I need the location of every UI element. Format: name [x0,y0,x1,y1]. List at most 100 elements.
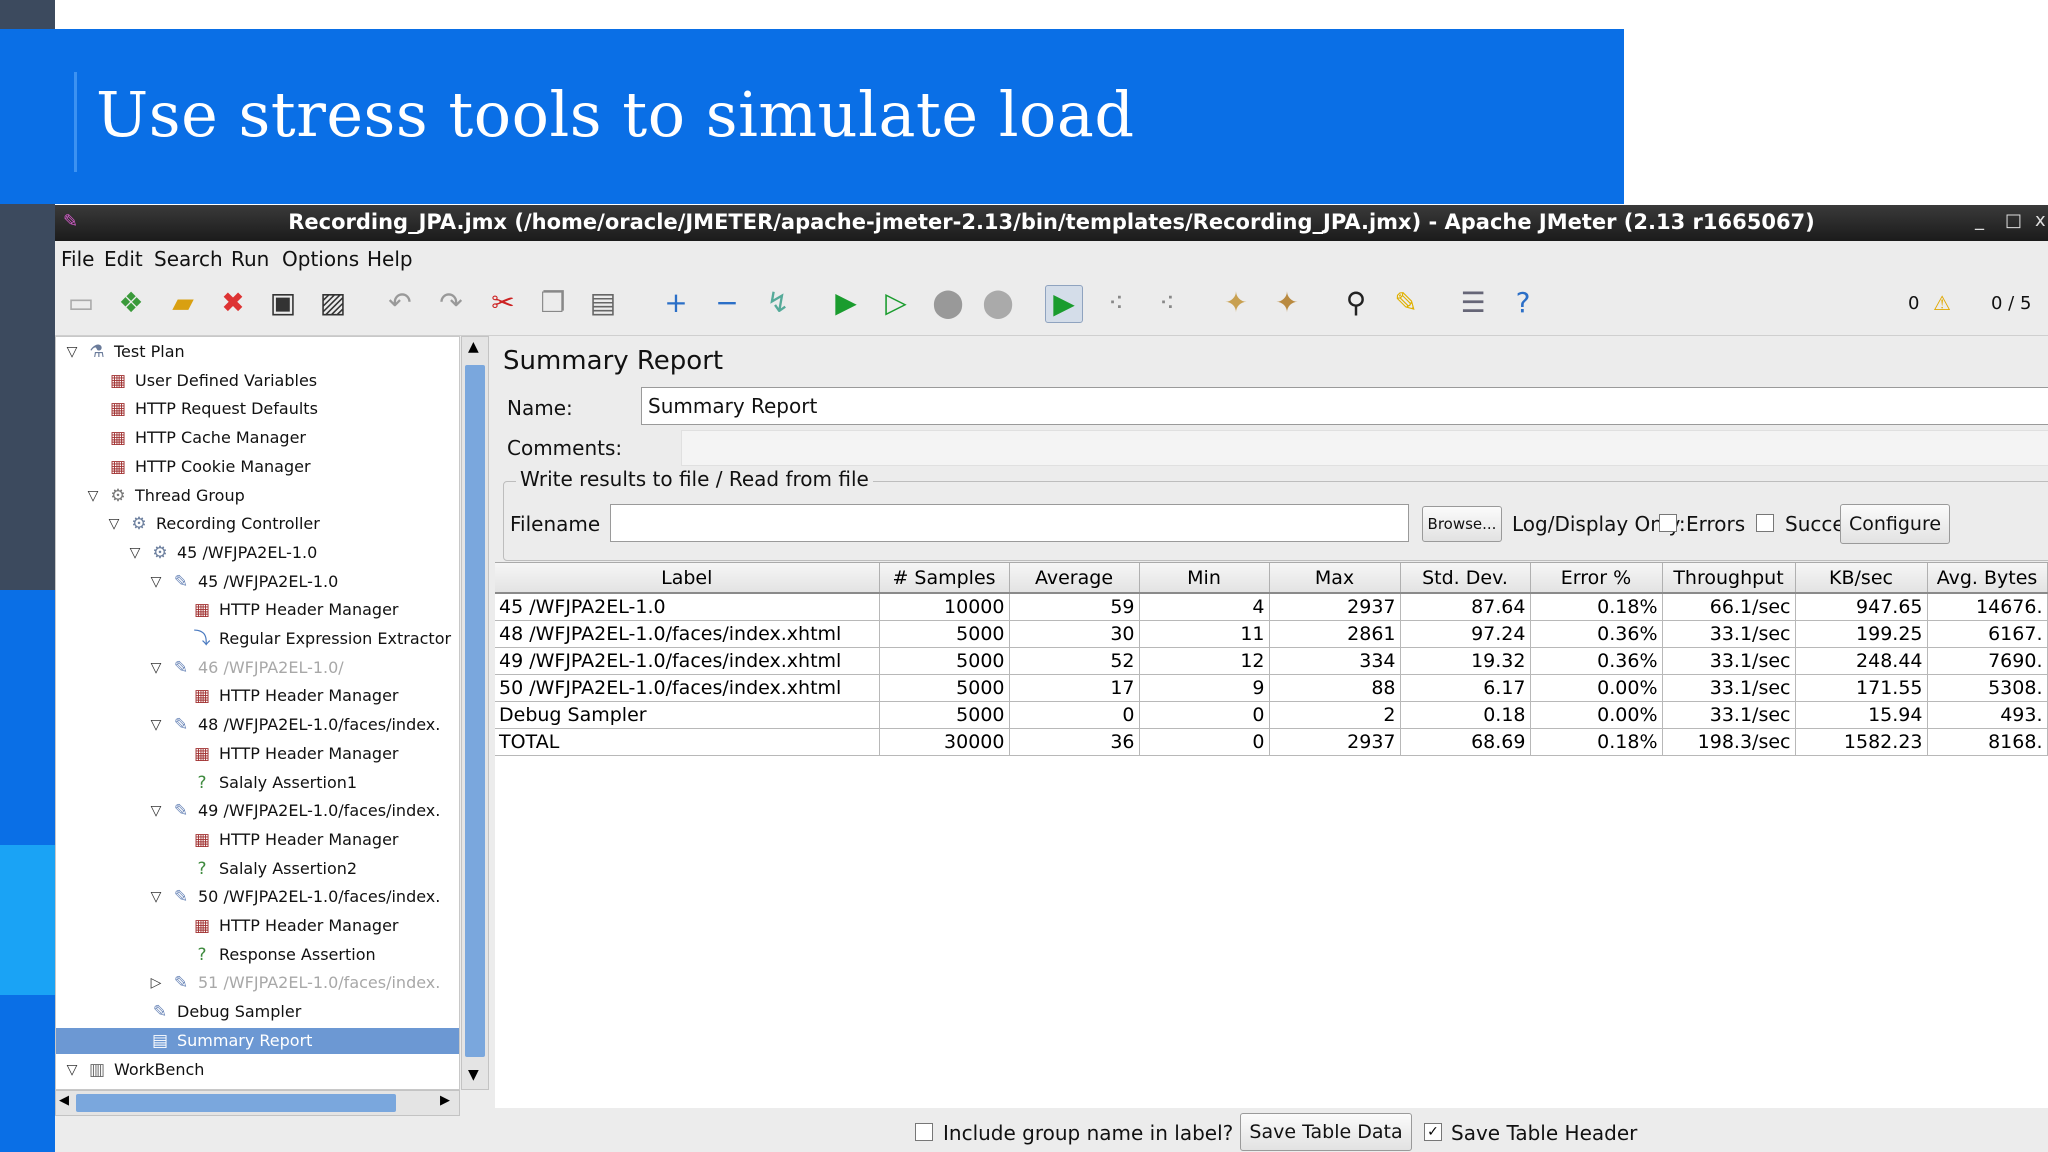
tree-node-label: User Defined Variables [135,370,318,390]
expanded-arrow-icon[interactable]: ▽ [148,655,164,681]
start-no-pause-icon[interactable]: ▷ [878,285,914,321]
name-field[interactable]: Summary Report [641,387,2048,425]
tree-node[interactable]: ▤ Summary Report [56,1027,459,1054]
stop-icon[interactable]: ⬤ [930,285,966,321]
menu-run[interactable]: Run [231,247,269,271]
minimize-button[interactable]: _ [1975,210,1984,231]
menu-edit[interactable]: Edit [104,247,143,271]
save-table-header-checkbox[interactable]: ✓ [1424,1123,1442,1141]
expanded-arrow-icon[interactable]: ▽ [148,712,164,738]
scroll-left-icon[interactable]: ◀ [59,1093,69,1108]
remote-shutdown-icon[interactable]: ⁖ [1149,285,1185,321]
reset-search-icon[interactable]: ✎ [1388,285,1424,321]
tree-horizontal-scrollbar[interactable]: ◀ ▶ [55,1090,460,1116]
config-icon: ▦ [109,456,127,477]
templates-icon[interactable]: ❖ [113,285,149,321]
function-helper-icon[interactable]: ☰ [1455,285,1491,321]
redo-icon[interactable]: ↷ [433,285,469,321]
table-row[interactable]: 50 /WFJPA2EL-1.0/faces/index.xhtml 5000 17… [495,674,2048,702]
tree-node-label: 45 /WFJPA2EL-1.0 [177,542,318,562]
column-header[interactable]: # Samples [879,563,1010,594]
horizontal-scroll-thumb[interactable] [76,1094,396,1112]
tree-node-label: 50 /WFJPA2EL-1.0/faces/index. [198,887,441,907]
scroll-down-icon[interactable]: ▼ [468,1067,479,1083]
config-icon: ▦ [193,743,211,764]
table-cell: 30000 [879,728,1010,756]
vertical-scroll-thumb[interactable] [465,365,485,1057]
save-as-icon[interactable]: ▨ [315,285,351,321]
cut-icon[interactable]: ✂ [485,285,521,321]
start-icon[interactable]: ▶ [828,285,864,321]
table-row[interactable]: 49 /WFJPA2EL-1.0/faces/index.xhtml 5000 52… [495,647,2048,675]
column-header[interactable]: Label [495,563,880,594]
new-icon[interactable]: ▭ [63,285,99,321]
include-group-checkbox[interactable] [915,1123,933,1141]
warning-icon[interactable]: ⚠ [1933,291,1951,315]
paste-icon[interactable]: ▤ [585,285,621,321]
shutdown-icon[interactable]: ⬤ [980,285,1016,321]
open-icon[interactable]: ▰ [165,285,201,321]
errors-checkbox[interactable] [1659,514,1677,532]
undo-icon[interactable]: ↶ [382,285,418,321]
search-icon[interactable]: ⚲ [1338,285,1374,321]
successes-checkbox[interactable] [1756,514,1774,532]
save-icon[interactable]: ▣ [265,285,301,321]
tree-vertical-scrollbar[interactable]: ▲ ▼ [461,336,489,1090]
expanded-arrow-icon[interactable]: ▽ [64,339,80,365]
close-button[interactable]: x [2035,210,2046,231]
clear-icon[interactable]: ✦ [1218,285,1254,321]
browse-button[interactable]: Browse... [1422,506,1502,542]
tree-node-label: Regular Expression Extractor [219,629,452,648]
menu-file[interactable]: File [61,247,94,271]
copy-icon[interactable]: ❐ [535,285,571,321]
column-header[interactable]: Average [1009,563,1140,594]
remote-stop-icon[interactable]: ⁖ [1098,285,1134,321]
column-header[interactable]: Min [1139,563,1270,594]
expanded-arrow-icon[interactable]: ▽ [85,483,101,509]
controller-icon: ⚙ [152,542,168,563]
comments-field[interactable] [681,430,2048,466]
table-row[interactable]: 48 /WFJPA2EL-1.0/faces/index.xhtml 5000 30… [495,620,2048,648]
tree-node-label: WorkBench [114,1059,205,1079]
controller-icon: ⚙ [131,514,147,535]
tree-node-label: HTTP Cookie Manager [135,456,311,476]
column-header[interactable]: Error % [1530,563,1663,594]
tree-node-label: Debug Sampler [177,1002,302,1022]
column-header[interactable]: Std. Dev. [1400,563,1531,594]
column-header[interactable]: Throughput [1662,563,1796,594]
warning-count: 0 [1908,293,1920,314]
expanded-arrow-icon[interactable]: ▽ [148,798,164,824]
table-row[interactable]: 45 /WFJPA2EL-1.0 10000 59 4 2937 87.64 0.18% 66… [495,593,2048,621]
save-table-data-button[interactable]: Save Table Data [1240,1113,1412,1151]
column-header[interactable]: Avg. Bytes [1927,563,2048,594]
configure-button[interactable]: Configure [1840,504,1950,544]
scroll-right-icon[interactable]: ▶ [440,1093,450,1108]
scroll-up-icon[interactable]: ▲ [468,339,479,355]
expanded-arrow-icon[interactable]: ▽ [148,884,164,910]
config-icon: ▦ [109,428,127,449]
table-row[interactable]: TOTAL 30000 36 0 2937 68.69 0.18% 198.3/sec 1582… [495,728,2048,756]
menu-help[interactable]: Help [367,247,413,271]
expanded-arrow-icon[interactable]: ▽ [106,511,122,537]
filename-input[interactable] [610,504,1409,542]
menu-search[interactable]: Search [154,247,223,271]
toggle-icon[interactable]: ↯ [760,285,796,321]
expanded-arrow-icon[interactable]: ▽ [148,569,164,595]
expanded-arrow-icon[interactable]: ▽ [127,540,143,566]
remote-start-icon[interactable]: ▶ [1045,285,1083,323]
table-row[interactable]: Debug Sampler 5000 0 0 2 0.18 0.00% 33.1/sec 15.… [495,701,2048,729]
close-icon[interactable]: ✖ [215,285,251,321]
menu-options[interactable]: Options [282,247,359,271]
table-cell: 8168. [1927,728,2048,756]
collapse-icon[interactable]: − [709,285,745,321]
maximize-button[interactable]: □ [2005,210,2022,231]
expanded-arrow-icon[interactable]: ▽ [64,1057,80,1083]
filename-label: Filename [510,512,601,536]
expand-icon[interactable]: + [658,285,694,321]
collapsed-arrow-icon[interactable]: ▷ [148,970,164,996]
column-header[interactable]: Max [1269,563,1401,594]
column-header[interactable]: KB/sec [1795,563,1928,594]
table-cell: 2937 [1269,593,1401,621]
help-icon[interactable]: ? [1505,285,1541,321]
clear-all-icon[interactable]: ✦ [1269,285,1305,321]
